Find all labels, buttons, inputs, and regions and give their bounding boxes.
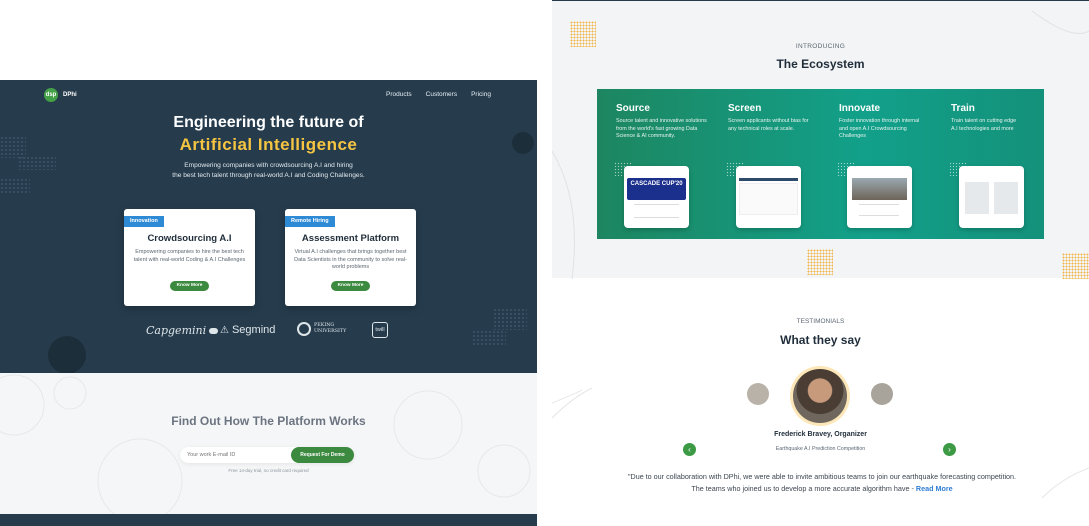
partner-name: Segmind <box>231 324 276 336</box>
testimonials-label: TESTIMONIALS <box>796 318 845 325</box>
col-title: Innovate <box>839 103 881 114</box>
ecosystem-title: The Ecosystem <box>776 57 865 71</box>
segmind-icon: ⚠ <box>220 324 229 336</box>
hero-title-line2: Artificial Intelligence <box>179 135 358 154</box>
read-more-link[interactable]: Read More <box>916 484 953 493</box>
card-tag: Remote Hiring <box>285 216 335 227</box>
logo[interactable]: dsp DPhi <box>44 88 77 102</box>
logo-text: DPhi <box>63 92 77 98</box>
banner-text: CASCADE CUP'20 <box>630 181 683 187</box>
col-title: Source <box>616 103 650 114</box>
avatar-prev[interactable] <box>747 383 769 405</box>
how-it-works-section <box>0 373 537 514</box>
landing-page-right: INTRODUCING The Ecosystem Source Source … <box>552 0 1089 526</box>
testimonial-name: Frederick Bravey, Organizer <box>774 431 867 438</box>
hero-subtitle: Empowering companies with crowdsourcing … <box>0 161 537 181</box>
quote-text: "Due to our collaboration with DPhi, we … <box>627 472 1017 493</box>
ecosystem-intro: INTRODUCING <box>795 43 846 50</box>
partner-peking: PEKING UNIVERSITY <box>297 322 346 336</box>
testimonial-quote: "Due to our collaboration with DPhi, we … <box>622 471 1022 495</box>
partner-capgemini: Capgemini <box>146 324 219 337</box>
partner-name: Capgemini <box>146 324 207 337</box>
partner-twill: twill <box>372 322 388 338</box>
thumb-body <box>739 183 798 215</box>
col-desc: Train talent on cutting edge A.I technol… <box>951 118 1017 132</box>
next-arrow-icon[interactable]: › <box>943 443 956 456</box>
partner-name: PEKING UNIVERSITY <box>314 323 347 334</box>
card-assessment: Remote Hiring Assessment Platform Virtua… <box>285 209 416 306</box>
university-seal-icon <box>297 322 311 336</box>
cloud-icon <box>209 327 219 334</box>
how-it-works-title: Find Out How The Platform Works <box>171 414 366 428</box>
know-more-button[interactable]: Know More <box>170 281 209 291</box>
thumb-photo <box>852 178 907 200</box>
col-title: Screen <box>728 103 762 114</box>
train-thumbnail[interactable] <box>959 166 1024 228</box>
trial-note: Free 14-day trial, no credit card requir… <box>228 468 309 473</box>
card-description: Empowering companies to hire the best te… <box>133 249 246 263</box>
demo-request-form: Request For Demo <box>180 447 354 463</box>
logo-badge: dsp <box>44 88 58 102</box>
know-more-button[interactable]: Know More <box>331 281 370 291</box>
cascade-banner: CASCADE CUP'20 <box>627 178 686 200</box>
card-description: Virtual A.I challenges that brings toget… <box>294 249 407 270</box>
card-crowdsourcing: Innovation Crowdsourcing A.I Empowering … <box>124 209 255 306</box>
thumb-lines <box>859 204 899 216</box>
ecosystem-col-train: Train Train talent on cutting edge A.I t… <box>951 103 1021 133</box>
hero-subtitle-line1: Empowering companies with crowdsourcing … <box>184 162 353 169</box>
request-demo-button[interactable]: Request For Demo <box>291 447 354 463</box>
hero-title-line1: Engineering the future of <box>173 114 364 131</box>
col-desc: Source talent and innovative solutions f… <box>616 118 707 139</box>
testimonials-title: What they say <box>780 333 861 347</box>
footer-strip <box>0 514 537 526</box>
thumb-header <box>739 178 798 181</box>
partner-segmind: ⚠ Segmind <box>220 324 275 336</box>
partner-logos: Capgemini ⚠ Segmind PEKING UNIVERSITY tw… <box>0 322 537 342</box>
card-title: Crowdsourcing A.I <box>147 233 232 244</box>
source-thumbnail[interactable]: CASCADE CUP'20 <box>624 166 689 228</box>
col-desc: Foster innovation through internal and o… <box>839 118 920 139</box>
nav-pricing[interactable]: Pricing <box>471 91 491 98</box>
decor-circles <box>0 374 531 514</box>
avatar-next[interactable] <box>871 383 893 405</box>
prev-arrow-icon[interactable]: ‹ <box>683 443 696 456</box>
top-nav: Products Customers Pricing <box>386 91 491 98</box>
innovate-thumbnail[interactable] <box>847 166 912 228</box>
avatar-active <box>790 366 850 426</box>
card-title: Assessment Platform <box>301 233 400 244</box>
nav-products[interactable]: Products <box>386 91 412 98</box>
col-desc: Screen applicants without bias for any t… <box>728 118 809 132</box>
work-email-input[interactable] <box>187 449 287 461</box>
ecosystem-col-source: Source Source talent and innovative solu… <box>616 103 716 141</box>
thumb-lines <box>634 204 679 218</box>
screen-thumbnail[interactable] <box>736 166 801 228</box>
avatar-photo <box>793 369 847 423</box>
col-title: Train <box>951 103 975 114</box>
hero-subtitle-line2: the best tech talent through real-world … <box>172 172 365 179</box>
nav-customers[interactable]: Customers <box>426 91 457 98</box>
ecosystem-col-screen: Screen Screen applicants without bias fo… <box>728 103 810 133</box>
card-tag: Innovation <box>124 216 164 227</box>
testimonial-competition: Earthquake A.I Prediction Competition <box>775 446 866 452</box>
partner-name: twill <box>372 322 388 338</box>
landing-page-left: dsp DPhi Products Customers Pricing Engi… <box>0 0 537 526</box>
ecosystem-col-innovate: Innovate Foster innovation through inter… <box>839 103 925 141</box>
thumb-grid <box>965 182 1018 214</box>
